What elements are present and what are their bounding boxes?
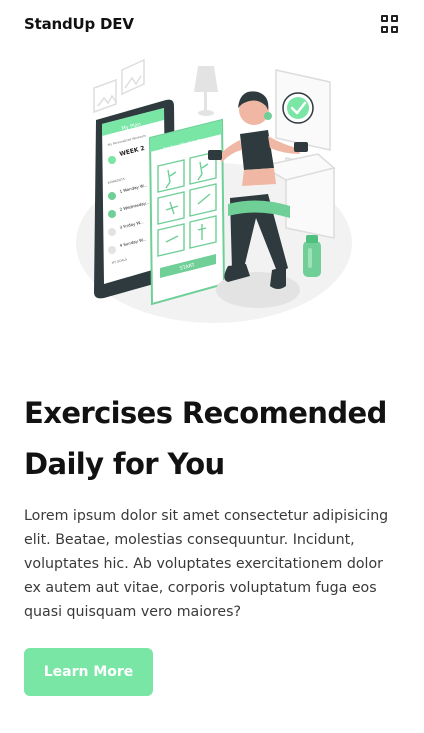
grid-cell (381, 15, 388, 22)
grid-cell (381, 25, 388, 33)
page-description: Lorem ipsum dolor sit amet consectetur a… (24, 508, 389, 620)
grid-menu-icon[interactable] (381, 15, 399, 33)
brand-logo[interactable]: StandUp DEV (24, 15, 134, 33)
wall-frames (93, 58, 145, 114)
grid-cell (391, 25, 398, 33)
page-title: Exercises Recomended Daily for You (24, 396, 387, 481)
hero-illustration: My Plan My Personalized Workouts WEEK 2 … (76, 58, 352, 323)
top-bar: StandUp DEV (24, 12, 400, 36)
lamp (194, 66, 218, 116)
grid-cell (391, 15, 398, 22)
check-bubble-icon (282, 92, 314, 124)
learn-more-button[interactable]: Learn More (24, 648, 153, 696)
workout-card: Friday Workout START (148, 118, 226, 306)
landing-page: StandUp DEV My Plan My Personalized Work… (0, 0, 424, 733)
